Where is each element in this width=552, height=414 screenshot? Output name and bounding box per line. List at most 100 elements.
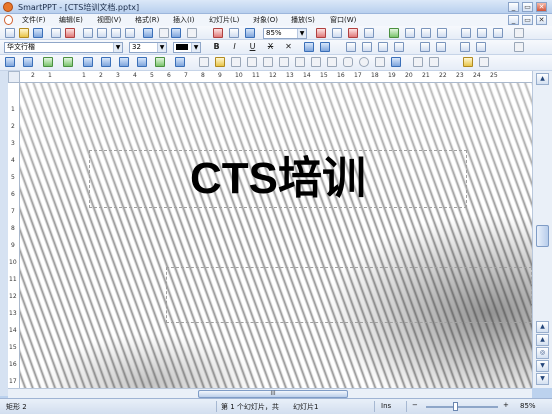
slide-title[interactable]: CTS培训 [90,151,466,207]
callout-icon[interactable] [429,57,439,67]
group-icon[interactable] [43,57,53,67]
undo-icon[interactable] [143,28,153,38]
zoom-select[interactable]: 85% ▼ [263,28,307,39]
align-objects-icon[interactable] [5,57,15,67]
scroll-up-button[interactable]: ▲ [536,73,549,85]
table-icon[interactable] [229,28,239,38]
zoom-slider[interactable] [426,406,498,408]
pdf-icon[interactable] [65,28,75,38]
redo-dropdown-icon[interactable] [187,28,197,38]
print-icon[interactable] [51,28,61,38]
flip-icon[interactable] [137,57,147,67]
format-painter-icon[interactable] [125,28,135,38]
grow-font-icon[interactable] [304,42,314,52]
next-slide-button[interactable]: ▼ [536,373,549,385]
cut-icon[interactable] [83,28,93,38]
elbow-connector-icon[interactable] [279,57,289,67]
maximize-button[interactable]: ▭ [522,2,533,12]
vertical-scrollbar[interactable]: ▲ ▲ ▲ ◎ ▼ ▼ [532,71,552,388]
font-color-select[interactable]: ▼ [173,42,201,53]
menu-format[interactable]: 格式(R) [135,15,159,25]
bring-forward-icon[interactable] [83,57,93,67]
justify-icon[interactable] [394,42,404,52]
menu-insert[interactable]: 插入(I) [173,15,195,25]
slide-canvas[interactable]: CTS培训 [20,83,532,388]
paste-icon[interactable] [111,28,121,38]
scroll-up-small-button[interactable]: ▲ [536,334,549,346]
rectangle-icon[interactable] [327,57,337,67]
menu-play[interactable]: 播放(S) [291,15,315,25]
format-options-icon[interactable] [514,42,524,52]
menu-view[interactable]: 视图(V) [97,15,121,25]
underline-button[interactable]: U [247,42,258,52]
arrow-icon[interactable] [263,57,273,67]
shrink-font-icon[interactable] [320,42,330,52]
font-select[interactable]: 华文行楷 ▼ [4,42,123,53]
line-icon[interactable] [199,57,209,67]
horizontal-scroll-thumb[interactable]: III [198,390,348,398]
numbering-icon[interactable] [436,42,446,52]
slide-navigator-icon[interactable]: ◎ [536,347,549,359]
doc-restore-button[interactable]: ▭ [522,15,533,25]
doc-close-button[interactable]: ✕ [536,15,547,25]
text-box-icon[interactable] [316,28,326,38]
text-frame-icon[interactable] [413,57,423,67]
menu-slide[interactable]: 幻灯片(L) [209,15,239,25]
align-center-icon[interactable] [362,42,372,52]
double-arrow-icon[interactable] [295,57,305,67]
document-icon[interactable] [4,15,13,25]
pilcrow-icon[interactable] [389,28,399,38]
master-icon[interactable] [493,28,503,38]
zoom-icon[interactable] [245,28,255,38]
scroll-down-small-button[interactable]: ▼ [536,360,549,372]
ellipse-icon[interactable] [359,57,369,67]
vertical-scroll-thumb[interactable] [536,225,549,247]
close-button[interactable]: ✕ [536,2,547,12]
bold-button[interactable]: B [211,42,222,52]
new-icon[interactable] [5,28,15,38]
layout-icon[interactable] [461,28,471,38]
line-style-icon[interactable] [175,57,185,67]
undo-dropdown-icon[interactable] [159,28,169,38]
strikethrough-button[interactable]: X [265,42,276,52]
menu-file[interactable]: 文件(F) [22,15,46,25]
minimize-button[interactable]: _ [508,2,519,12]
copy-icon[interactable] [97,28,107,38]
align-left-icon[interactable] [346,42,356,52]
send-backward-icon[interactable] [101,57,111,67]
indent-decrease-icon[interactable] [460,42,470,52]
chart-icon[interactable] [213,28,223,38]
redo-icon[interactable] [171,28,181,38]
zoom-out-button[interactable]: − [412,401,418,409]
bullets-icon[interactable] [420,42,430,52]
curve-icon[interactable] [231,57,241,67]
shape-icon[interactable] [348,28,358,38]
font-size-select[interactable]: 32 ▼ [129,42,167,53]
menu-edit[interactable]: 编辑(E) [59,15,83,25]
prev-slide-button[interactable]: ▲ [536,321,549,333]
star-icon[interactable] [463,57,473,67]
distribute-icon[interactable] [23,57,33,67]
star-shape-icon[interactable] [375,57,385,67]
shadow-button[interactable]: ✕ [283,42,294,52]
fill-icon[interactable] [155,57,165,67]
menu-object[interactable]: 对象(O) [253,15,278,25]
bent-arrow-icon[interactable] [311,57,321,67]
rounded-rectangle-icon[interactable] [343,57,353,67]
doc-minimize-button[interactable]: _ [508,15,519,25]
indent-increase-icon[interactable] [476,42,486,52]
pencil-icon[interactable] [215,57,225,67]
wordart-icon[interactable] [391,57,401,67]
slide-panel-icon[interactable] [421,28,431,38]
toolbar-options-icon[interactable] [514,28,524,38]
save-icon[interactable] [33,28,43,38]
connector-icon[interactable] [247,57,257,67]
image-icon[interactable] [332,28,342,38]
rotate-icon[interactable] [119,57,129,67]
outline-icon[interactable] [477,28,487,38]
align-right-icon[interactable] [378,42,388,52]
zoom-slider-knob[interactable] [453,402,458,411]
draw-icon[interactable] [364,28,374,38]
notes-icon[interactable] [437,28,447,38]
grid-icon[interactable] [405,28,415,38]
